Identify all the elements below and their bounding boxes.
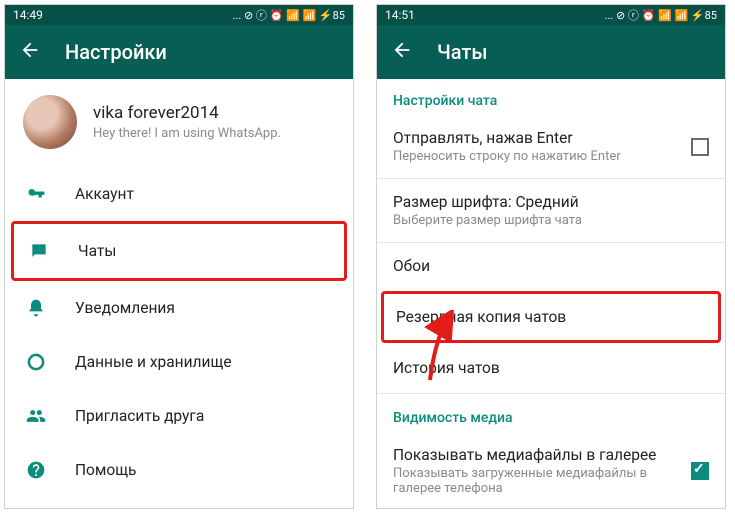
avatar <box>23 95 77 149</box>
people-icon <box>25 405 47 427</box>
profile-row[interactable]: vika forever2014 Hey there! I am using W… <box>5 79 353 167</box>
setting-media-gallery[interactable]: Показывать медиафайлы в галерее Показыва… <box>377 434 725 508</box>
item-label: Помощь <box>75 461 136 479</box>
setting-subtitle: Выберите размер шрифта чата <box>393 213 582 228</box>
setting-title: Показывать медиафайлы в галерее <box>393 446 663 464</box>
setting-chat-history[interactable]: История чатов <box>377 347 725 391</box>
setting-chat-backup[interactable]: Резервная копия чатов <box>381 291 721 343</box>
settings-screen: 14:49 ... ⊘ ⓡ ⏰ 📶 📶 ⚡85 Настройки vika f… <box>4 4 354 509</box>
app-header: Чаты <box>377 25 725 79</box>
section-media-visibility: Видимость медиа <box>377 396 725 434</box>
data-usage-icon <box>25 351 47 373</box>
setting-title: История чатов <box>393 359 500 377</box>
settings-item-account[interactable]: Аккаунт <box>5 167 353 221</box>
setting-wallpaper[interactable]: Обои <box>377 245 725 289</box>
key-icon <box>25 183 47 205</box>
page-title: Чаты <box>437 40 487 64</box>
item-label: Аккаунт <box>75 185 134 203</box>
app-header: Настройки <box>5 25 353 79</box>
item-label: Уведомления <box>75 299 175 317</box>
setting-subtitle: Показывать загруженные медиафайлы в гале… <box>393 466 663 496</box>
status-bar: 14:49 ... ⊘ ⓡ ⏰ 📶 📶 ⚡85 <box>5 5 353 25</box>
help-icon <box>25 459 47 481</box>
settings-item-notifications[interactable]: Уведомления <box>5 281 353 335</box>
item-label: Данные и хранилище <box>75 353 232 371</box>
page-title: Настройки <box>65 40 167 64</box>
settings-item-invite[interactable]: Пригласить друга <box>5 389 353 443</box>
settings-item-chats[interactable]: Чаты <box>11 221 347 281</box>
profile-name: vika forever2014 <box>93 103 281 123</box>
divider <box>377 178 725 179</box>
setting-enter-send[interactable]: Отправлять, нажав Enter Переносить строк… <box>377 117 725 176</box>
bell-icon <box>25 297 47 319</box>
chats-settings-screen: 14:51 ... ⊘ ⓡ ⏰ 📶 📶 ⚡85 Чаты Настройки ч… <box>376 4 726 509</box>
status-time: 14:51 <box>385 8 415 22</box>
setting-title: Отправлять, нажав Enter <box>393 129 621 147</box>
status-bar: 14:51 ... ⊘ ⓡ ⏰ 📶 📶 ⚡85 <box>377 5 725 25</box>
chat-icon <box>28 240 50 262</box>
checkbox-unchecked-icon[interactable] <box>691 138 709 156</box>
status-icons: ... ⊘ ⓡ ⏰ 📶 📶 ⚡85 <box>605 7 717 23</box>
status-time: 14:49 <box>13 8 43 22</box>
setting-title: Обои <box>393 257 430 275</box>
status-icons: ... ⊘ ⓡ ⏰ 📶 📶 ⚡85 <box>233 7 345 23</box>
back-icon[interactable] <box>391 39 413 65</box>
item-label: Пригласить друга <box>75 407 204 425</box>
setting-title: Размер шрифта: Средний <box>393 193 582 211</box>
back-icon[interactable] <box>19 39 41 65</box>
setting-title: Резервная копия чатов <box>396 308 566 326</box>
settings-item-data[interactable]: Данные и хранилище <box>5 335 353 389</box>
setting-subtitle: Переносить строку по нажатию Enter <box>393 149 621 164</box>
settings-item-help[interactable]: Помощь <box>5 443 353 497</box>
section-chat-settings: Настройки чата <box>377 79 725 117</box>
profile-status: Hey there! I am using WhatsApp. <box>93 126 281 141</box>
item-label: Чаты <box>78 242 116 260</box>
checkbox-checked-icon[interactable] <box>691 462 709 480</box>
divider <box>377 242 725 243</box>
setting-font-size[interactable]: Размер шрифта: Средний Выберите размер ш… <box>377 181 725 240</box>
divider <box>377 393 725 394</box>
